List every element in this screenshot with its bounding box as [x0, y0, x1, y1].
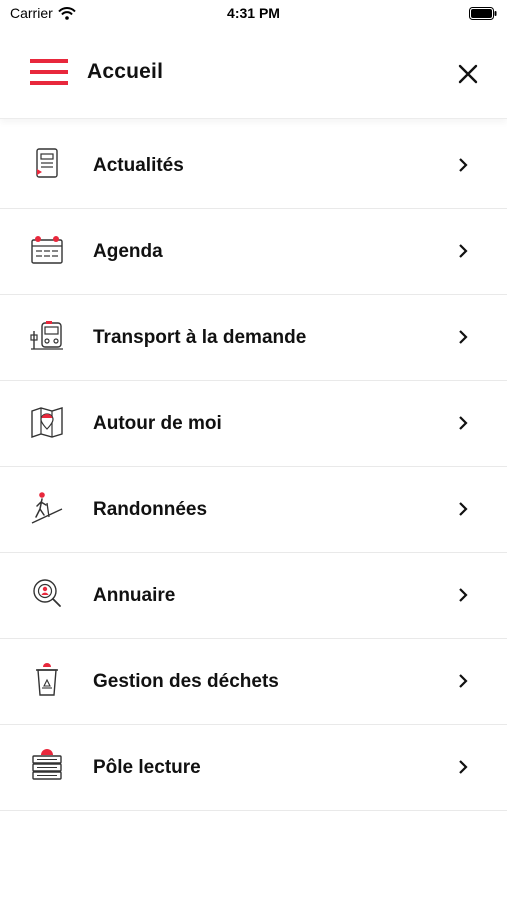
- directory-search-icon: [33, 579, 61, 607]
- menu-item-label: Agenda: [93, 240, 163, 262]
- recycle-bin-icon: [36, 663, 58, 696]
- menu-item-transport[interactable]: Transport à la demande: [0, 295, 507, 381]
- chevron-right-icon: [459, 416, 468, 430]
- menu-item-gestion-dechets[interactable]: Gestion des déchets: [0, 639, 507, 725]
- menu-list: Actualités Agenda Transport à la demande…: [0, 123, 507, 811]
- menu-item-label: Autour de moi: [93, 412, 222, 434]
- battery-icon: [469, 7, 497, 20]
- menu-item-label: Randonnées: [93, 498, 208, 520]
- bus-stop-icon: [30, 321, 63, 350]
- status-bar: Carrier 4:31 PM: [0, 0, 507, 28]
- chevron-right-icon: [459, 502, 468, 516]
- hamburger-icon[interactable]: [30, 58, 70, 88]
- status-time: 4:31 PM: [227, 5, 280, 21]
- chevron-right-icon: [459, 244, 468, 258]
- news-document-icon: [36, 148, 58, 178]
- menu-item-randonnees[interactable]: Randonnées: [0, 467, 507, 553]
- map-pin-icon: [31, 407, 63, 438]
- chevron-right-icon: [459, 760, 468, 774]
- menu-item-label: Annuaire: [93, 584, 176, 606]
- menu-item-annuaire[interactable]: Annuaire: [0, 553, 507, 639]
- menu-item-label: Gestion des déchets: [93, 670, 279, 692]
- menu-item-label: Pôle lecture: [93, 756, 201, 778]
- menu-item-agenda[interactable]: Agenda: [0, 209, 507, 295]
- chevron-right-icon: [459, 158, 468, 172]
- menu-item-pole-lecture[interactable]: Pôle lecture: [0, 725, 507, 811]
- menu-item-label: Actualités: [93, 154, 184, 176]
- page-title: Accueil: [87, 60, 164, 83]
- chevron-right-icon: [459, 588, 468, 602]
- calendar-icon: [31, 236, 63, 264]
- menu-item-autour-de-moi[interactable]: Autour de moi: [0, 381, 507, 467]
- chevron-right-icon: [459, 330, 468, 344]
- menu-item-label: Transport à la demande: [93, 326, 307, 348]
- books-icon: [32, 749, 62, 780]
- hiker-icon: [31, 492, 63, 524]
- chevron-right-icon: [459, 674, 468, 688]
- app-header: Accueil: [0, 28, 507, 119]
- menu-item-actualites[interactable]: Actualités: [0, 123, 507, 209]
- close-icon[interactable]: [457, 63, 479, 85]
